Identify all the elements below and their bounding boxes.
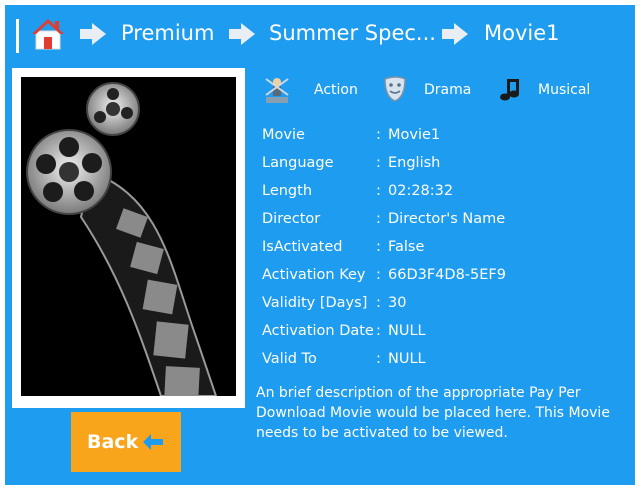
breadcrumb-item-summer-special[interactable]: Summer Spec...: [269, 19, 436, 47]
detail-separator: :: [376, 295, 381, 311]
detail-separator: :: [376, 323, 381, 339]
breadcrumb-item-premium[interactable]: Premium: [121, 19, 214, 47]
genre-drama[interactable]: Drama: [381, 75, 481, 105]
genre-drama-label: Drama: [424, 82, 472, 98]
music-note-icon: [500, 79, 519, 101]
action-figure-icon: [265, 78, 289, 103]
detail-key: Language: [262, 155, 334, 171]
detail-separator: :: [376, 267, 381, 283]
detail-value: 66D3F4D8-5EF9: [388, 267, 506, 283]
detail-separator: :: [376, 155, 381, 171]
drama-mask-icon: [384, 76, 406, 102]
detail-key: Activation Key: [262, 267, 366, 283]
breadcrumb-arrow-icon: [80, 23, 106, 45]
back-button-label: Back: [87, 431, 139, 453]
detail-key: IsActivated: [262, 239, 343, 255]
breadcrumb: Premium Summer Spec... Movie1: [5, 5, 635, 63]
detail-value: 02:28:32: [388, 183, 454, 199]
film-reel-image: [21, 77, 236, 396]
detail-value: English: [388, 155, 441, 171]
detail-key: Director: [262, 211, 321, 227]
detail-value: 30: [388, 295, 407, 311]
genre-musical-label: Musical: [538, 82, 591, 98]
detail-key: Length: [262, 183, 313, 199]
detail-separator: :: [376, 351, 381, 367]
arrow-left-icon: [143, 434, 163, 450]
movie-poster: [12, 68, 245, 408]
detail-key: Activation Date: [262, 323, 374, 339]
breadcrumb-item-current: Movie1: [484, 21, 560, 45]
detail-separator: :: [376, 239, 381, 255]
detail-value: NULL: [388, 351, 426, 367]
genre-musical[interactable]: Musical: [496, 75, 606, 105]
breadcrumb-divider: [16, 19, 19, 53]
breadcrumb-arrow-icon: [229, 23, 255, 45]
genre-action-label: Action: [314, 82, 358, 98]
detail-separator: :: [376, 183, 381, 199]
genre-action[interactable]: Action: [262, 75, 372, 105]
detail-separator: :: [376, 127, 381, 143]
detail-value: False: [388, 239, 425, 255]
detail-key: Valid To: [262, 351, 317, 367]
detail-value: Director's Name: [388, 211, 506, 227]
detail-key: Validity [Days]: [262, 295, 368, 311]
detail-value: NULL: [388, 323, 426, 339]
movie-description: An brief description of the appropriate …: [256, 385, 610, 441]
breadcrumb-arrow-icon: [442, 23, 468, 45]
back-button[interactable]: Back: [71, 412, 181, 472]
detail-value: Movie1: [388, 127, 441, 143]
detail-separator: :: [376, 211, 381, 227]
app-frame: Premium Summer Spec... Movie1 Back Actio…: [5, 5, 635, 485]
detail-key: Movie: [262, 127, 305, 143]
home-icon[interactable]: [30, 17, 66, 51]
